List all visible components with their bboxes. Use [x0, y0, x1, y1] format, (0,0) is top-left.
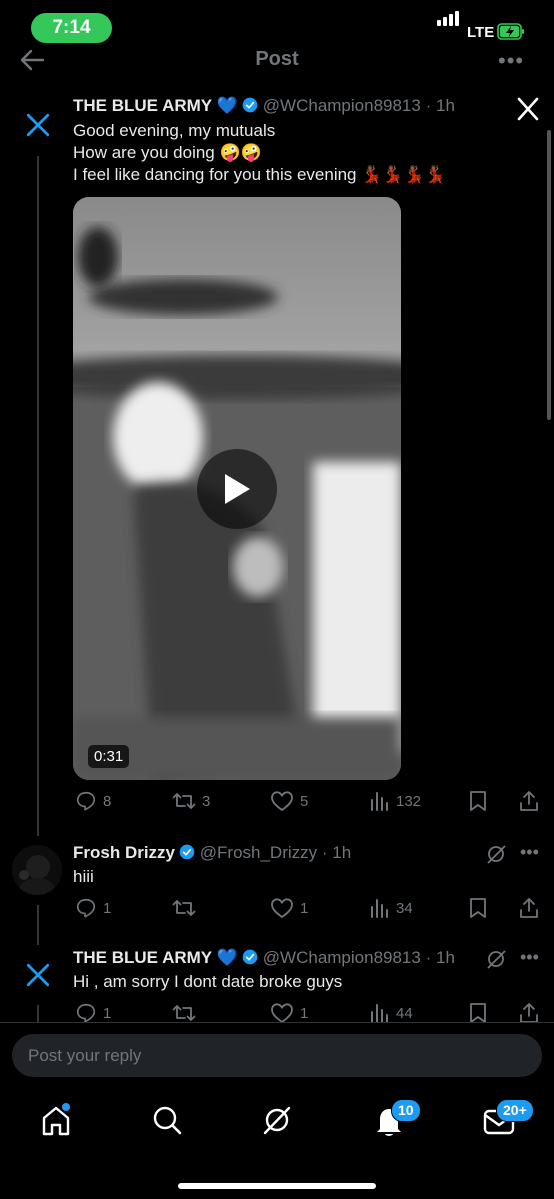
- grok-icon[interactable]: [260, 1102, 294, 1138]
- separator-dot: ·: [321, 843, 328, 862]
- status-time: 7:14: [31, 13, 112, 43]
- views-button[interactable]: 132: [370, 790, 421, 812]
- bookmark-icon[interactable]: [468, 790, 488, 812]
- reply-button[interactable]: 1: [75, 1002, 111, 1024]
- like-icon: [271, 898, 293, 919]
- author-handle[interactable]: @WChampion89813: [263, 96, 421, 115]
- reply-icon: [76, 791, 96, 811]
- views-button[interactable]: 44: [370, 1002, 413, 1024]
- post-time: 1h: [436, 948, 455, 967]
- reply-header: THE BLUE ARMY 💙 @WChampion89813 · 1h: [73, 948, 455, 968]
- repost-button[interactable]: [172, 897, 202, 919]
- video-duration: 0:31: [88, 745, 130, 768]
- share-icon[interactable]: [518, 897, 540, 919]
- messages-badge: 20+: [496, 1099, 534, 1122]
- like-button[interactable]: 1: [270, 1002, 308, 1024]
- grok-icon[interactable]: [485, 843, 507, 865]
- scrollbar[interactable]: [547, 130, 551, 420]
- post-video[interactable]: 0:31: [73, 197, 401, 780]
- author-handle[interactable]: @WChampion89813: [263, 948, 421, 967]
- more-options-button[interactable]: •••: [498, 48, 524, 74]
- verified-icon: [242, 97, 258, 113]
- views-icon: [371, 1004, 388, 1023]
- repost-button[interactable]: 3: [172, 790, 210, 812]
- like-count: 5: [300, 792, 309, 810]
- post-line: Good evening, my mutuals: [73, 121, 276, 140]
- views-button[interactable]: 34: [370, 897, 413, 919]
- divider: [0, 1022, 554, 1023]
- more-options-button[interactable]: •••: [520, 947, 539, 968]
- author-name[interactable]: Frosh Drizzy: [73, 843, 175, 862]
- like-button[interactable]: 5: [270, 790, 308, 812]
- views-icon: [371, 792, 388, 811]
- like-count: 1: [300, 1004, 309, 1022]
- notifications-badge: 10: [391, 1099, 421, 1122]
- post-line: How are you doing 🤪🤪: [73, 143, 262, 162]
- separator-dot: ·: [425, 948, 432, 967]
- post-time: 1h: [436, 96, 455, 115]
- like-icon: [271, 1003, 293, 1024]
- like-icon: [271, 791, 293, 812]
- thread-line: [37, 156, 39, 836]
- home-indicator[interactable]: [178, 1183, 376, 1189]
- reply-icon: [76, 1003, 96, 1023]
- x-logo-icon: [26, 113, 50, 137]
- play-icon: [225, 474, 250, 504]
- like-count: 1: [300, 899, 309, 917]
- repost-button[interactable]: [172, 1002, 202, 1024]
- bookmark-icon[interactable]: [468, 897, 488, 919]
- reply-text: Hi , am sorry I dont date broke guys: [73, 972, 343, 991]
- post-time: 1h: [332, 843, 352, 862]
- reply-placeholder: Post your reply: [28, 1046, 142, 1065]
- battery-charging-icon: [497, 23, 524, 40]
- home-icon[interactable]: [39, 1102, 73, 1138]
- reply-header: Frosh Drizzy @Frosh_Drizzy · 1h: [73, 843, 351, 863]
- repost-icon: [172, 793, 196, 809]
- like-button[interactable]: 1: [270, 897, 308, 919]
- more-options-button[interactable]: •••: [520, 842, 539, 863]
- post-header: THE BLUE ARMY 💙 @WChampion89813 · 1h: [73, 96, 455, 116]
- author-name[interactable]: THE BLUE ARMY: [73, 96, 212, 115]
- views-count: 132: [396, 792, 422, 810]
- x-logo-icon[interactable]: [516, 97, 540, 121]
- play-button[interactable]: [197, 449, 277, 529]
- post-line: I feel like dancing for you this evening…: [73, 165, 446, 184]
- network-type: LTE: [467, 24, 495, 41]
- avatar[interactable]: [12, 845, 62, 895]
- blue-heart-emoji: 💙: [212, 948, 239, 967]
- search-icon[interactable]: [150, 1102, 184, 1138]
- verified-icon: [242, 949, 258, 965]
- x-logo-icon: [26, 963, 50, 987]
- thread-line: [37, 905, 39, 945]
- reply-count: 1: [103, 1004, 112, 1022]
- bookmark-icon[interactable]: [468, 1002, 488, 1024]
- views-count: 34: [396, 899, 413, 917]
- views-count: 44: [396, 1004, 413, 1022]
- reply-button[interactable]: 8: [75, 790, 111, 812]
- share-icon[interactable]: [518, 1002, 540, 1024]
- author-handle[interactable]: @Frosh_Drizzy: [200, 843, 317, 862]
- author-name[interactable]: THE BLUE ARMY: [73, 948, 212, 967]
- avatar-image: [12, 845, 62, 895]
- repost-icon: [172, 900, 196, 916]
- repost-count: 3: [202, 792, 211, 810]
- share-icon[interactable]: [518, 790, 540, 812]
- grok-icon[interactable]: [485, 948, 507, 970]
- blue-heart-emoji: 💙: [212, 96, 239, 115]
- views-icon: [371, 899, 388, 918]
- post-text: Good evening, my mutuals How are you doi…: [73, 120, 446, 186]
- separator-dot: ·: [425, 96, 432, 115]
- verified-icon: [179, 844, 195, 860]
- repost-icon: [172, 1005, 196, 1021]
- reply-input[interactable]: Post your reply: [12, 1034, 542, 1077]
- reply-count: 8: [103, 792, 112, 810]
- reply-icon: [76, 898, 96, 918]
- reply-button[interactable]: 1: [75, 897, 111, 919]
- reply-count: 1: [103, 899, 112, 917]
- reply-text: hiii: [73, 867, 94, 886]
- page-title: Post: [255, 48, 299, 70]
